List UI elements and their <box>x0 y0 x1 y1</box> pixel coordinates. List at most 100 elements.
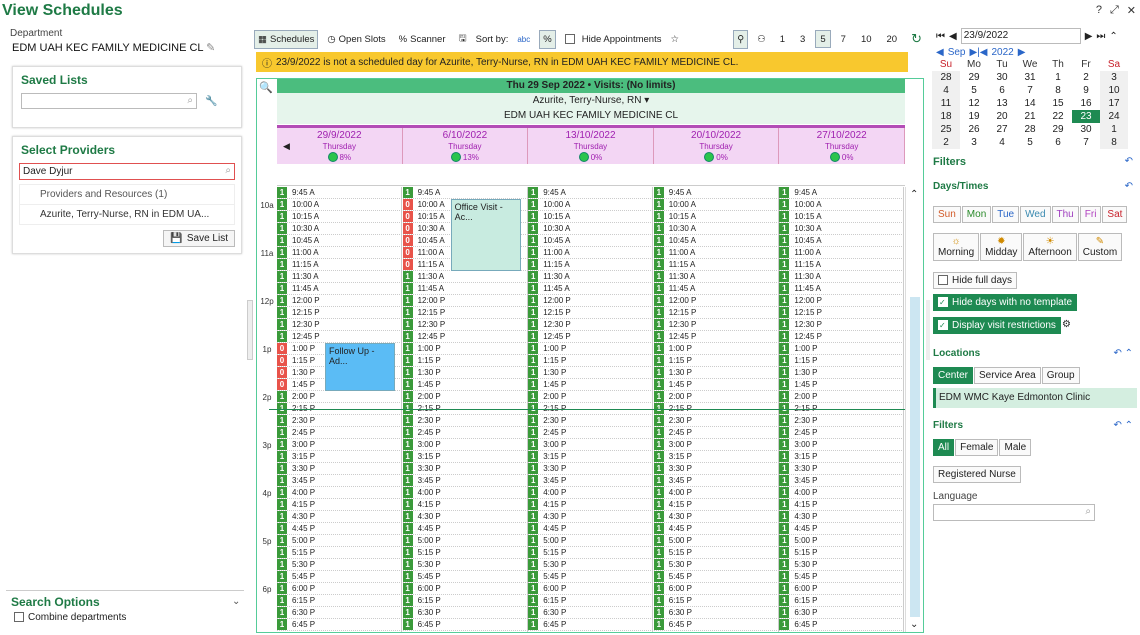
chevron-down-icon[interactable]: ⌄ <box>910 619 918 630</box>
scanner-button[interactable]: % Scanner <box>395 30 450 49</box>
prev-month-icon[interactable]: ◀ <box>936 47 944 58</box>
undo-icon[interactable]: ↶ <box>1125 156 1133 168</box>
time-slot[interactable]: 1 1:00 P <box>653 343 779 355</box>
time-slot[interactable]: 1 10:15 A <box>277 211 402 223</box>
expand-icon[interactable]: ⤢ <box>1110 4 1119 17</box>
time-slot[interactable]: 1 3:15 P <box>779 451 905 463</box>
time-slot[interactable]: 1 2:00 P <box>402 391 528 403</box>
sort-percent-button[interactable]: % <box>539 29 556 49</box>
next-next-icon[interactable]: ⏭ <box>1096 31 1105 42</box>
time-slot[interactable]: 1 3:15 P <box>402 451 528 463</box>
time-slot[interactable]: 1 4:00 P <box>779 487 905 499</box>
calendar-day[interactable]: 29 <box>1044 123 1072 136</box>
appointment-block[interactable]: Office Visit - Ac... <box>450 199 521 271</box>
time-slot[interactable]: 1 12:45 P <box>402 331 528 343</box>
time-slot[interactable]: 1 9:45 A <box>402 187 528 199</box>
time-slot[interactable]: 1 1:45 P <box>528 379 654 391</box>
calendar-day[interactable]: 30 <box>1072 123 1100 136</box>
time-slot[interactable]: 1 12:00 P <box>653 295 779 307</box>
calendar-day[interactable]: 19 <box>960 110 988 123</box>
time-slot[interactable]: 1 12:00 P <box>779 295 905 307</box>
time-slot[interactable]: 1 4:15 P <box>528 499 654 511</box>
time-slot[interactable]: 1 4:30 P <box>779 511 905 523</box>
time-slot[interactable]: 1 3:45 P <box>779 475 905 487</box>
time-slot[interactable]: 1 6:45 P <box>779 619 905 631</box>
time-slot[interactable]: 1 4:00 P <box>402 487 528 499</box>
calendar-day[interactable]: 10 <box>1100 84 1128 97</box>
time-slot[interactable]: 1 2:30 P <box>653 415 779 427</box>
calendar-day[interactable]: 1 <box>1100 123 1128 136</box>
calendar-day[interactable]: 16 <box>1072 97 1100 110</box>
time-slot[interactable]: 1 5:00 P <box>779 535 905 547</box>
calendar-day[interactable]: 7 <box>1016 84 1044 97</box>
time-slot[interactable]: 1 11:30 A <box>653 271 779 283</box>
day-column-header[interactable]: 27/10/2022 Thursday 0% <box>779 128 905 164</box>
sex-filter-female[interactable]: Female <box>955 439 999 456</box>
time-slot[interactable]: 1 10:45 A <box>528 235 654 247</box>
next-icon[interactable]: ▶ <box>1085 31 1093 42</box>
sex-filter-all[interactable]: All <box>933 439 955 456</box>
location-tab-service-area[interactable]: Service Area <box>974 367 1041 384</box>
time-slot[interactable]: 1 6:00 P <box>653 583 779 595</box>
time-slot[interactable]: 1 1:15 P <box>779 355 905 367</box>
time-slot[interactable]: 1 11:00 A <box>528 247 654 259</box>
calendar-day[interactable]: 15 <box>1044 97 1072 110</box>
time-slot[interactable]: 1 10:45 A <box>779 235 905 247</box>
time-slot[interactable]: 1 6:15 P <box>528 595 654 607</box>
day-filter-mon[interactable]: Mon <box>961 206 992 223</box>
time-slot[interactable]: 1 12:15 P <box>779 307 905 319</box>
day-column-header[interactable]: 29/9/2022 Thursday 8% <box>277 128 403 164</box>
hide-full-days-checkbox[interactable]: Hide full days <box>933 272 1018 289</box>
time-slot[interactable]: 1 5:00 P <box>277 535 402 547</box>
edit-icon[interactable]: ✎ <box>206 42 215 54</box>
time-slot[interactable]: 1 6:15 P <box>402 595 528 607</box>
time-slot[interactable]: 1 12:45 P <box>528 331 654 343</box>
time-slot[interactable]: 1 12:30 P <box>653 319 779 331</box>
time-slot[interactable]: 1 3:45 P <box>653 475 779 487</box>
time-slot[interactable]: 1 4:15 P <box>277 499 402 511</box>
open-slots-button[interactable]: ◷ Open Slots <box>323 30 389 49</box>
time-slot[interactable]: 1 6:00 P <box>779 583 905 595</box>
time-slot[interactable]: 1 4:15 P <box>653 499 779 511</box>
time-slot[interactable]: 1 6:30 P <box>653 607 779 619</box>
collapse-up-icon[interactable]: ⌃ <box>1109 31 1117 42</box>
time-slot[interactable]: 1 3:15 P <box>653 451 779 463</box>
time-slot[interactable]: 1 5:30 P <box>277 559 402 571</box>
time-slot[interactable]: 1 2:00 P <box>528 391 654 403</box>
days-3-button[interactable]: 3 <box>795 30 810 48</box>
calendar-day[interactable]: 6 <box>988 84 1016 97</box>
group-view-icon[interactable]: ⚇ <box>753 30 770 49</box>
undo-icon[interactable]: ↶ <box>1125 181 1133 192</box>
calendar-day[interactable]: 3 <box>960 136 988 149</box>
time-slot[interactable]: 1 1:00 P <box>528 343 654 355</box>
time-slot[interactable]: 1 6:15 P <box>277 595 402 607</box>
time-slot[interactable]: 1 10:30 A <box>653 223 779 235</box>
schedules-button[interactable]: ▦ Schedules <box>254 29 319 49</box>
left-collapse-handle[interactable] <box>247 300 253 360</box>
time-slot[interactable]: 1 4:00 P <box>528 487 654 499</box>
days-1-button[interactable]: 1 <box>775 30 790 48</box>
time-slot[interactable]: 1 3:45 P <box>402 475 528 487</box>
days-20-button[interactable]: 20 <box>882 30 903 48</box>
time-slot[interactable]: 1 5:45 P <box>653 571 779 583</box>
time-slot[interactable]: 1 12:00 P <box>528 295 654 307</box>
days-10-button[interactable]: 10 <box>856 30 877 48</box>
department-value[interactable]: EDM UAH KEC FAMILY MEDICINE CL ✎ <box>12 41 215 54</box>
calendar-day[interactable]: 14 <box>1016 97 1044 110</box>
location-value[interactable]: EDM WMC Kaye Edmonton Clinic <box>933 388 1137 408</box>
language-input[interactable]: ⌕ <box>933 504 1095 521</box>
time-slot[interactable]: 1 5:15 P <box>779 547 905 559</box>
time-slot[interactable]: 1 12:30 P <box>277 319 402 331</box>
time-slot[interactable]: 1 12:30 P <box>402 319 528 331</box>
time-slot[interactable]: 1 1:15 P <box>528 355 654 367</box>
time-slot[interactable]: 1 3:00 P <box>528 439 654 451</box>
time-slot[interactable]: 1 12:15 P <box>528 307 654 319</box>
time-slot[interactable]: 1 5:45 P <box>402 571 528 583</box>
calendar-day[interactable]: 31 <box>1016 71 1044 84</box>
star-icon[interactable]: ☆ <box>670 34 679 45</box>
time-slot[interactable]: 1 5:45 P <box>779 571 905 583</box>
time-slot[interactable]: 1 12:45 P <box>779 331 905 343</box>
time-slot[interactable]: 1 11:30 A <box>402 271 528 283</box>
prev-week-icon[interactable]: ◀ <box>283 141 290 152</box>
prev-prev-icon[interactable]: ⏮ <box>936 31 945 42</box>
